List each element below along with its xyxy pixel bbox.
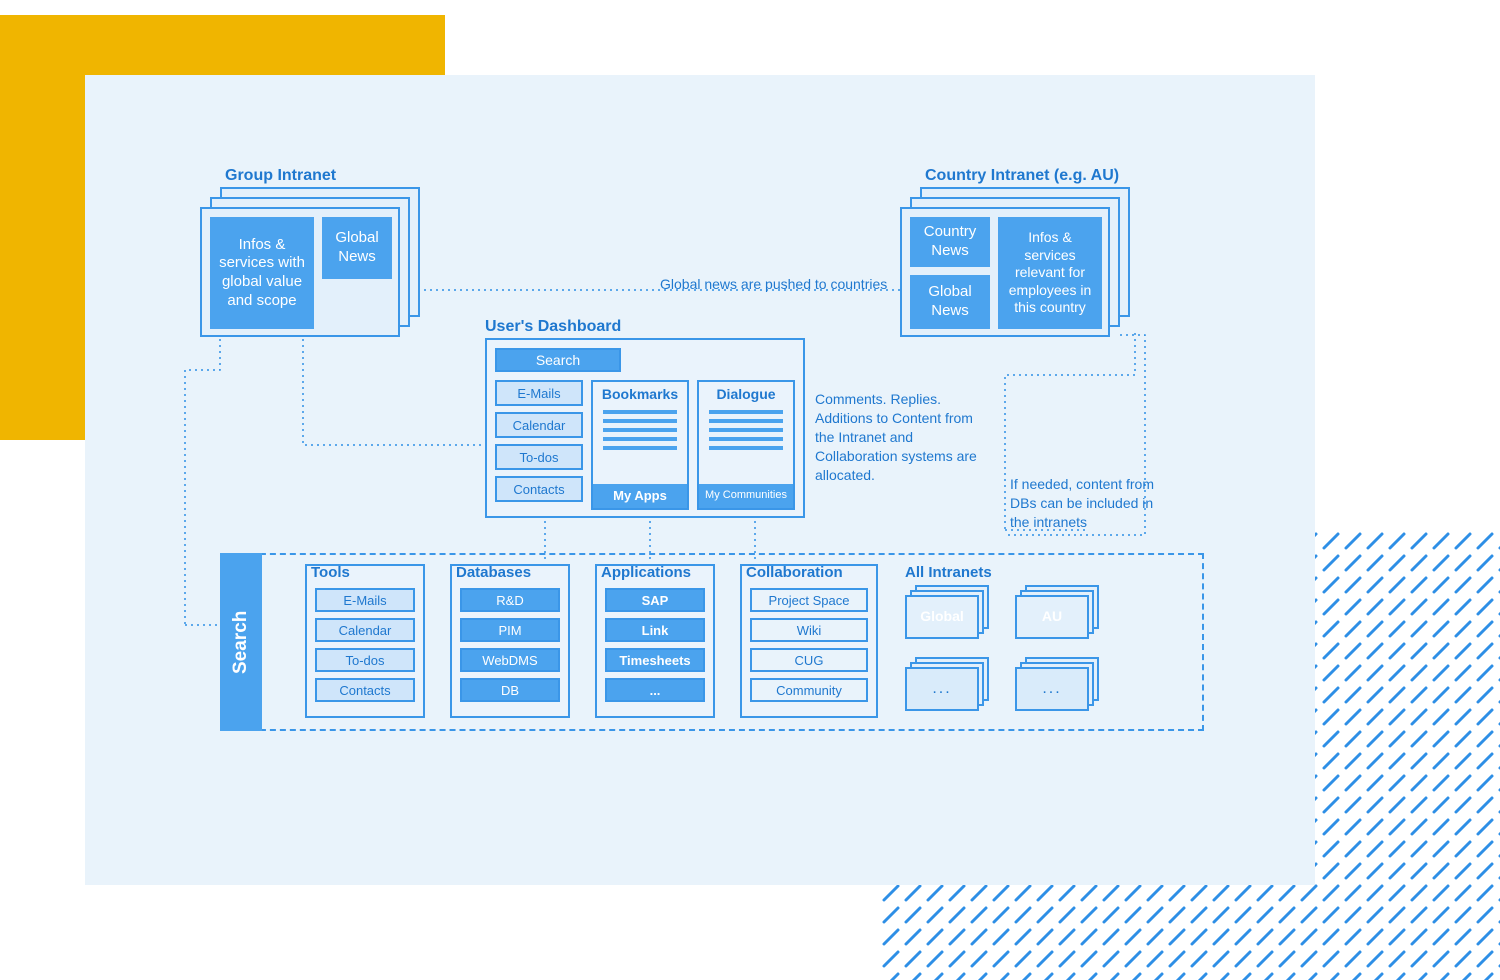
databases-title: Databases	[456, 564, 531, 581]
db-item-0[interactable]: R&D	[460, 588, 560, 612]
collab-item-1[interactable]: Wiki	[750, 618, 868, 642]
collaboration-box: Collaboration Project Space Wiki CUG Com…	[740, 564, 878, 718]
dashboard-search[interactable]: Search	[495, 348, 621, 372]
collab-item-0[interactable]: Project Space	[750, 588, 868, 612]
stage: Group Intranet Infos & services with glo…	[0, 0, 1500, 980]
dashboard-dialogue: Dialogue My Communities	[697, 380, 795, 510]
tools-title: Tools	[311, 564, 350, 581]
dashboard-mycommunities[interactable]: My Communities	[699, 484, 793, 508]
collab-item-3[interactable]: Community	[750, 678, 868, 702]
app-item-3[interactable]: ...	[605, 678, 705, 702]
group-intranet-title: Group Intranet	[225, 167, 336, 185]
applications-box: Applications SAP Link Timesheets ...	[595, 564, 715, 718]
databases-box: Databases R&D PIM WebDMS DB	[450, 564, 570, 718]
dashboard-contacts[interactable]: Contacts	[495, 476, 583, 502]
stack-more-2-label[interactable]: ...	[1015, 667, 1089, 711]
stack-global-label[interactable]: Global	[905, 595, 979, 639]
country-intranet-stack: Country News Global News Infos & service…	[900, 187, 1140, 337]
note-allocate: Comments. Replies. Additions to Content …	[815, 390, 995, 484]
stack-au-label[interactable]: AU	[1015, 595, 1089, 639]
app-item-0[interactable]: SAP	[605, 588, 705, 612]
bookmark-lines	[593, 402, 687, 452]
country-news-card: Country News	[910, 217, 990, 267]
country-intranet-title: Country Intranet (e.g. AU)	[925, 167, 1119, 185]
stack-au: AU	[1015, 585, 1101, 641]
db-item-3[interactable]: DB	[460, 678, 560, 702]
diagram-canvas: Group Intranet Infos & services with glo…	[85, 75, 1315, 885]
dashboard-title: User's Dashboard	[485, 318, 621, 336]
group-intranet-stack: Infos & services with global value and s…	[200, 187, 420, 337]
applications-title: Applications	[601, 564, 691, 581]
dashboard-col1: E-Mails Calendar To-dos Contacts	[495, 380, 583, 502]
db-item-1[interactable]: PIM	[460, 618, 560, 642]
dashboard-bookmarks: Bookmarks My Apps	[591, 380, 689, 510]
note-global-news-push: Global news are pushed to countries	[660, 275, 887, 294]
dashboard-bookmarks-title: Bookmarks	[593, 382, 687, 402]
tools-box: Tools E-Mails Calendar To-dos Contacts	[305, 564, 425, 718]
stack-global: Global	[905, 585, 991, 641]
app-item-2[interactable]: Timesheets	[605, 648, 705, 672]
group-news-card: Global News	[322, 217, 392, 279]
tools-item-0[interactable]: E-Mails	[315, 588, 415, 612]
group-info-card: Infos & services with global value and s…	[210, 217, 314, 329]
stack-more-1: ...	[905, 657, 991, 713]
country-info-card: Infos & services relevant for employees …	[998, 217, 1102, 329]
all-intranets-title: All Intranets	[905, 564, 992, 581]
country-global-news-card: Global News	[910, 275, 990, 329]
collab-item-2[interactable]: CUG	[750, 648, 868, 672]
note-db: If needed, content from DBs can be inclu…	[1010, 475, 1160, 532]
dialogue-lines	[699, 402, 793, 452]
dashboard-box: Search E-Mails Calendar To-dos Contacts …	[485, 338, 805, 518]
stack-more-2: ...	[1015, 657, 1101, 713]
dashboard-calendar[interactable]: Calendar	[495, 412, 583, 438]
tools-item-2[interactable]: To-dos	[315, 648, 415, 672]
tools-item-3[interactable]: Contacts	[315, 678, 415, 702]
dashboard-emails[interactable]: E-Mails	[495, 380, 583, 406]
dashboard-todos[interactable]: To-dos	[495, 444, 583, 470]
dashboard-myapps[interactable]: My Apps	[593, 484, 687, 508]
dashboard-dialogue-title: Dialogue	[699, 382, 793, 402]
stack-more-1-label[interactable]: ...	[905, 667, 979, 711]
bottom-search-bar[interactable]: Search	[220, 553, 262, 731]
db-item-2[interactable]: WebDMS	[460, 648, 560, 672]
tools-item-1[interactable]: Calendar	[315, 618, 415, 642]
app-item-1[interactable]: Link	[605, 618, 705, 642]
collaboration-title: Collaboration	[746, 564, 843, 581]
